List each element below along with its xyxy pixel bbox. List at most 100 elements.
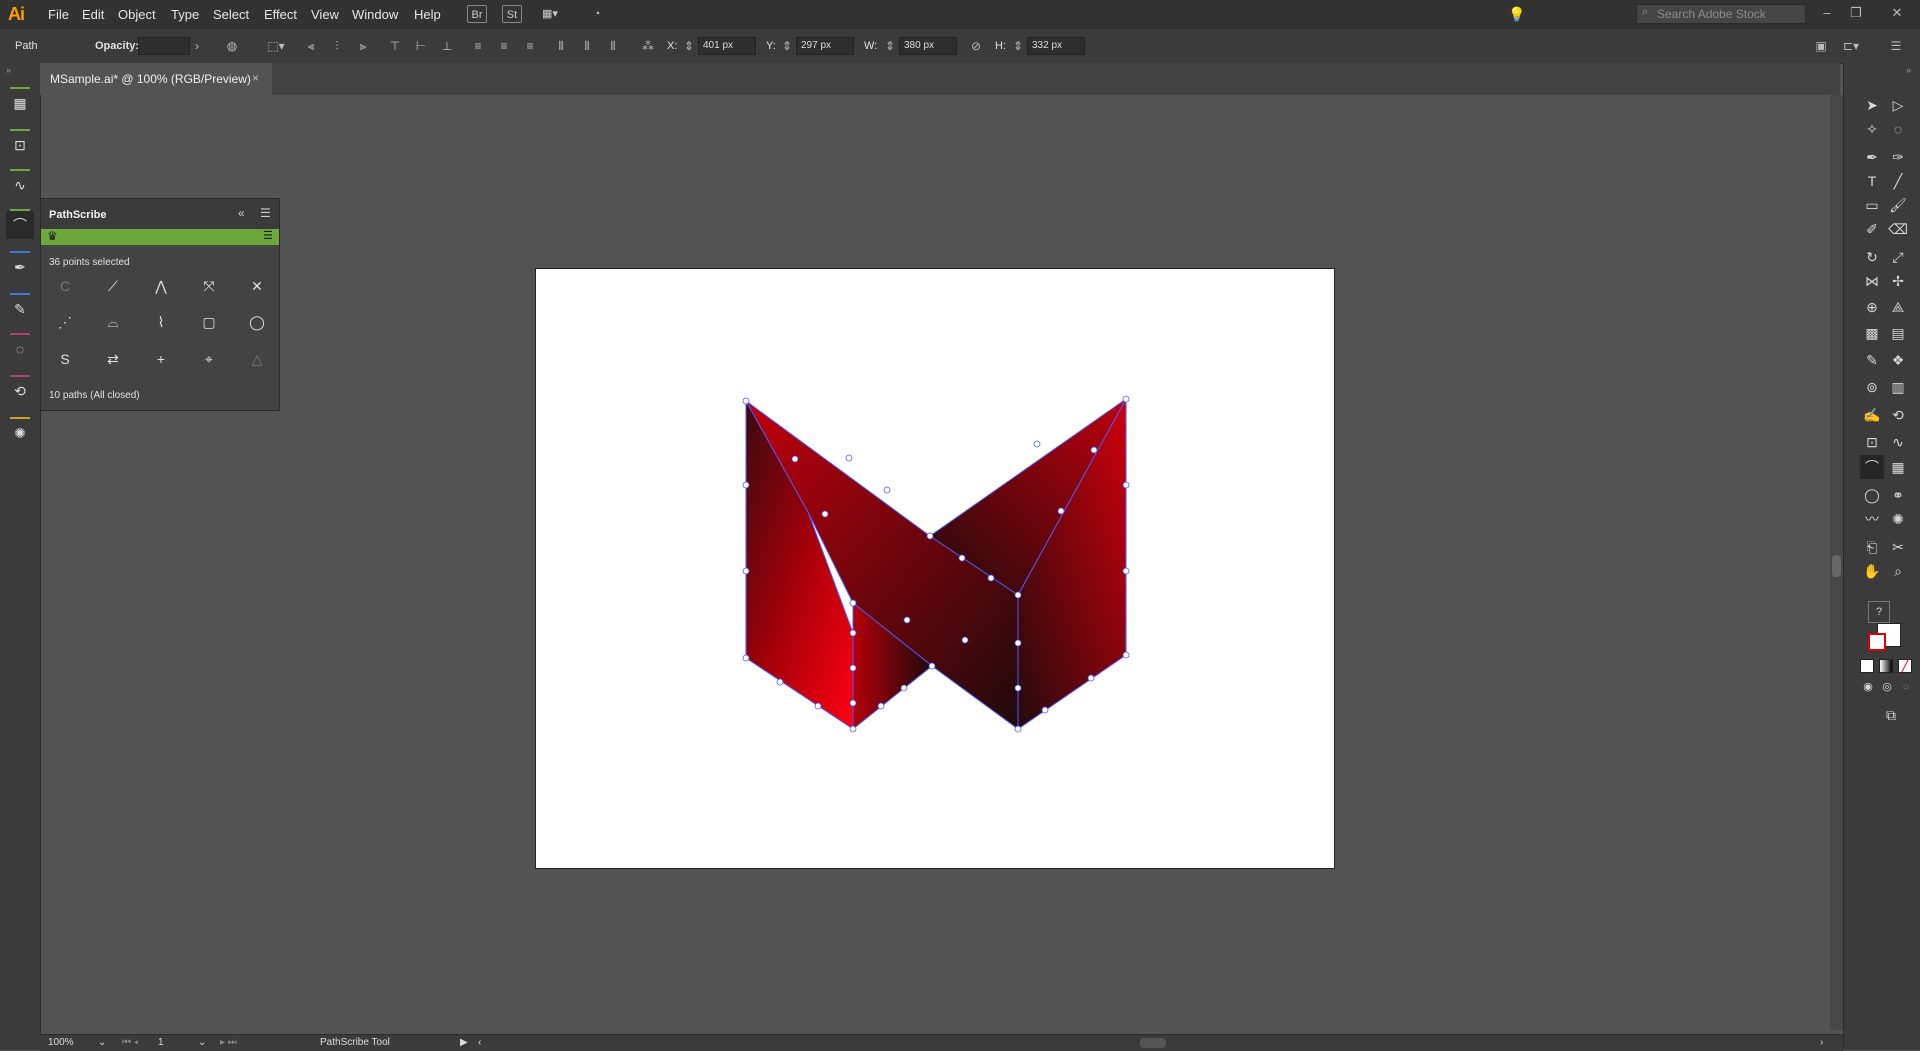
artboard-tool-icon[interactable]: ▦ [6, 89, 34, 117]
y-stepper-icon[interactable]: ⇕ [782, 38, 792, 54]
anchor-point[interactable] [1014, 684, 1022, 692]
anchor-point[interactable] [1122, 567, 1130, 575]
artboard-dropdown-icon[interactable]: ⌄ [198, 1037, 206, 1048]
menu-effect[interactable]: Effect [264, 7, 297, 22]
plugin-brush-tool-icon[interactable]: 〰 [1860, 507, 1884, 531]
anchor-point[interactable] [742, 567, 750, 575]
x-field[interactable]: 401 px [698, 37, 756, 55]
crown-icon[interactable]: ♛ [47, 229, 58, 243]
gradient-mode-icon[interactable] [1879, 659, 1893, 673]
plugin-tool-a-icon[interactable]: ✍ [1860, 403, 1884, 427]
anchor-point[interactable] [1057, 507, 1065, 515]
center-icon[interactable]: ⌖ [194, 346, 224, 372]
smooth-icon[interactable]: C [50, 273, 80, 299]
align-hcenter-icon[interactable]: ⫶ [329, 38, 345, 54]
menu-object[interactable]: Object [118, 7, 156, 22]
distribute-right-icon[interactable]: ⦀ [605, 38, 621, 54]
bridge-button[interactable]: Br [467, 5, 487, 23]
draw-inside-icon[interactable]: ○ [1898, 679, 1914, 695]
blend-tool-icon[interactable]: ❖ [1886, 348, 1910, 372]
anchor-point[interactable] [849, 725, 857, 733]
anchor-point[interactable] [814, 702, 822, 710]
panel-menu-icon[interactable]: ☰ [260, 206, 271, 220]
anchor-point[interactable] [1014, 591, 1022, 599]
first-artboard-icon[interactable]: ⏮ ◂ [122, 1037, 138, 1048]
shaper-tool-icon[interactable]: ✐ [1860, 217, 1884, 241]
transform-tool-icon[interactable]: ⊡ [6, 131, 34, 159]
reverse-icon[interactable]: ⇄ [98, 346, 128, 372]
w-field[interactable]: 380 px [899, 37, 957, 55]
y-field[interactable]: 297 px [796, 37, 854, 55]
break-icon[interactable]: ⤧ [194, 273, 224, 299]
sunburst-tool-icon[interactable]: ✺ [6, 419, 34, 447]
direct-selection-tool-icon[interactable]: ▷ [1886, 93, 1910, 117]
eraser-tool-icon[interactable]: ⌫ [1886, 217, 1910, 241]
line-segment-tool-icon[interactable]: ╱ [1886, 169, 1910, 193]
distribute-left-icon[interactable]: ⦀ [553, 38, 569, 54]
collapse-tools-icon[interactable]: » [1906, 65, 1911, 75]
close-path-icon[interactable]: ▢ [194, 309, 224, 335]
chevron-right-icon[interactable]: › [189, 38, 205, 54]
anchor-point[interactable] [1014, 639, 1022, 647]
type-tool-icon[interactable]: T [1860, 169, 1884, 193]
distribute-top-icon[interactable]: ≡ [470, 38, 486, 54]
anchor-point[interactable] [821, 510, 829, 518]
pen-tool-icon[interactable]: ✒ [1860, 145, 1884, 169]
strip-menu-icon[interactable]: ☰ [263, 229, 273, 242]
brush-tool-icon[interactable]: ✎ [6, 295, 34, 323]
plugin-link-tool-icon[interactable]: ⚭ [1886, 483, 1910, 507]
m-logo-artwork[interactable] [535, 268, 1335, 869]
plugin-shape-tool-icon[interactable]: ◯ [1860, 483, 1884, 507]
curvature-tool-icon[interactable]: ✑ [1886, 145, 1910, 169]
anchor-point[interactable] [900, 684, 908, 692]
anchor-point[interactable] [1122, 481, 1130, 489]
menu-file[interactable]: File [48, 7, 69, 22]
menu-window[interactable]: Window [352, 7, 398, 22]
eyedropper-tool-icon[interactable]: ✎ [1860, 348, 1884, 372]
m-shape-paths[interactable] [745, 398, 1127, 731]
none-mode-icon[interactable]: ╱ [1898, 659, 1912, 673]
recolor-artwork-icon[interactable]: ◍ [224, 38, 240, 54]
anchor-point[interactable] [776, 678, 784, 686]
arrange-documents-icon[interactable]: ▦▾ [535, 5, 565, 23]
pathscribe-tool-icon[interactable]: ⌒ [1860, 455, 1884, 479]
menu-view[interactable]: View [311, 7, 339, 22]
minimize-icon[interactable]: – [1818, 4, 1836, 22]
anchor-point[interactable] [1033, 440, 1041, 448]
anchor-point[interactable] [791, 455, 799, 463]
width-tool-icon[interactable]: ⋈ [1860, 269, 1884, 293]
vertical-scrollbar[interactable] [1830, 95, 1843, 1030]
collapse-icon[interactable]: « [238, 206, 245, 220]
scroll-left-icon[interactable]: ‹ [478, 1037, 481, 1048]
search-adobe-stock-input[interactable] [1636, 4, 1806, 24]
last-artboard-icon[interactable]: ▸ ⏭ [220, 1037, 237, 1048]
x-stepper-icon[interactable]: ⇕ [684, 38, 694, 54]
w-stepper-icon[interactable]: ⇕ [885, 38, 895, 54]
menu-type[interactable]: Type [171, 7, 199, 22]
shape-builder-tool-icon[interactable]: ⊕ [1860, 295, 1884, 319]
anchor-point[interactable] [1090, 446, 1098, 454]
align-left-icon[interactable]: ⫷ [303, 38, 319, 54]
anchor-point[interactable] [903, 616, 911, 624]
h-field[interactable]: 332 px [1027, 37, 1085, 55]
magic-wand-tool-icon[interactable]: ✧ [1860, 117, 1884, 141]
slice-tool-icon[interactable]: ✂ [1886, 535, 1910, 559]
reference-point-icon[interactable]: ⁂ [640, 38, 656, 54]
gradient-tool-icon[interactable]: ▤ [1886, 321, 1910, 345]
select-similar-icon[interactable]: ⬚▾ [264, 38, 288, 54]
scale-tool-icon[interactable]: ⤢ [1886, 245, 1910, 269]
pen-tool-icon[interactable]: ✒ [6, 253, 34, 281]
artboard-number[interactable]: 1 [158, 1037, 164, 1048]
opacity-field[interactable] [138, 37, 190, 55]
anchor-point[interactable] [845, 454, 853, 462]
straighten-icon[interactable]: ⋰ [50, 309, 80, 335]
selection-tool-icon[interactable]: ➤ [1860, 93, 1884, 117]
status-menu-arrow-icon[interactable]: ▶ [460, 1037, 468, 1048]
close-tab-icon[interactable]: × [252, 71, 259, 85]
distribute-bottom-icon[interactable]: ≡ [522, 38, 538, 54]
puppet-warp-tool-icon[interactable]: ✢ [1886, 269, 1910, 293]
collapse-panel-icon[interactable]: » [6, 65, 11, 75]
distribute-vcenter-icon[interactable]: ≡ [496, 38, 512, 54]
anchor-point[interactable] [849, 599, 857, 607]
plugin-artboard-tool-icon[interactable]: ▦ [1886, 455, 1910, 479]
